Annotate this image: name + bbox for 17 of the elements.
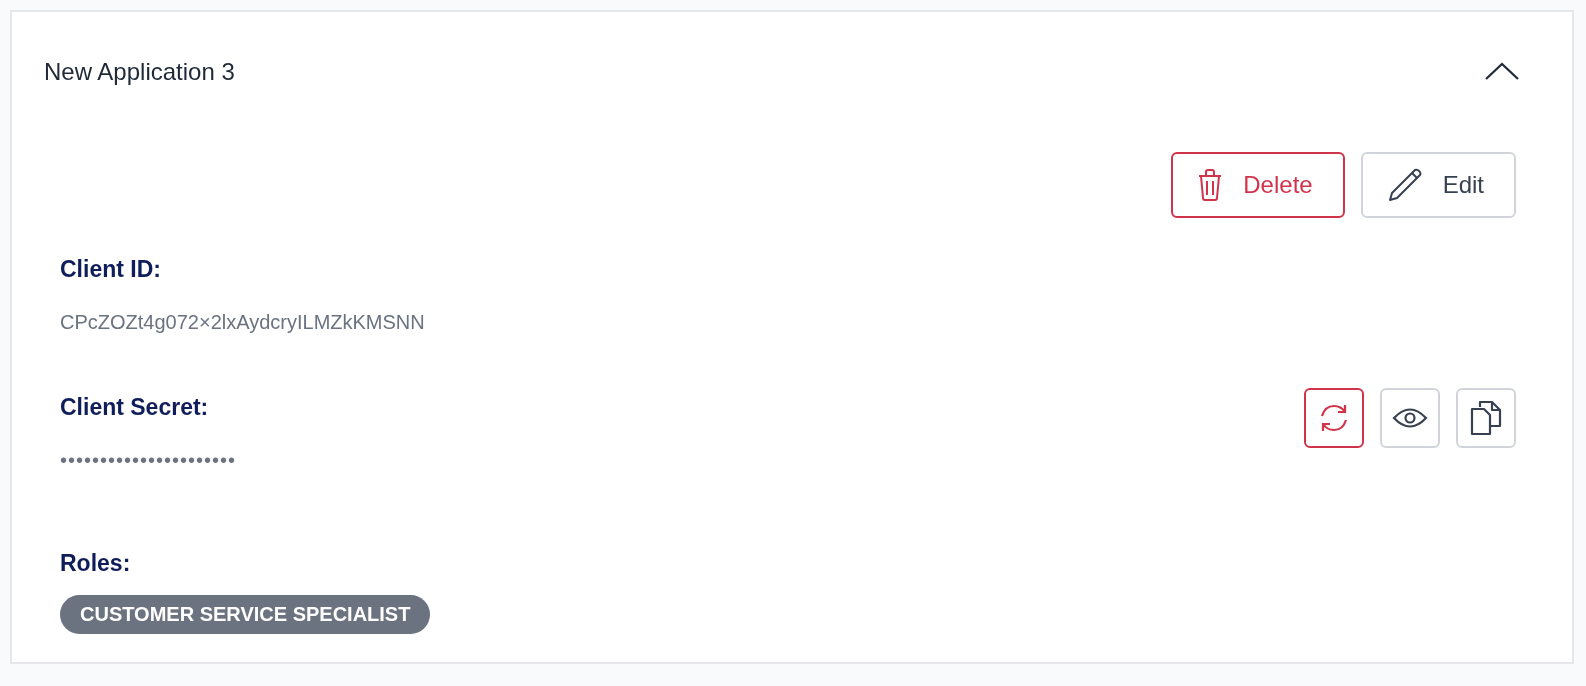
application-title: New Application 3 [44, 58, 235, 86]
client-id-value: CPcZOZt4g072×2lxAydcryILMZkKMSNN [60, 311, 426, 334]
reveal-button[interactable] [1380, 388, 1440, 448]
copy-icon [1470, 400, 1502, 436]
trash-icon [1197, 168, 1224, 202]
pencil-icon [1386, 167, 1423, 203]
client-secret-label: Client Secret: [60, 394, 210, 421]
client-id-label: Client ID: [60, 256, 162, 283]
edit-button[interactable]: Edit [1360, 152, 1516, 218]
chevron-icon [1484, 60, 1520, 81]
roles-label: Roles: [60, 550, 132, 577]
eye-icon [1392, 407, 1428, 429]
regenerate-button[interactable] [1304, 388, 1364, 448]
copy-button[interactable] [1456, 388, 1516, 448]
delete-button[interactable]: Delete [1171, 152, 1345, 218]
role-tag: CUSTOMER SERVICE SPECIALIST [60, 595, 431, 634]
client-secret-value: •••••••••••••••••••••• [60, 449, 237, 472]
